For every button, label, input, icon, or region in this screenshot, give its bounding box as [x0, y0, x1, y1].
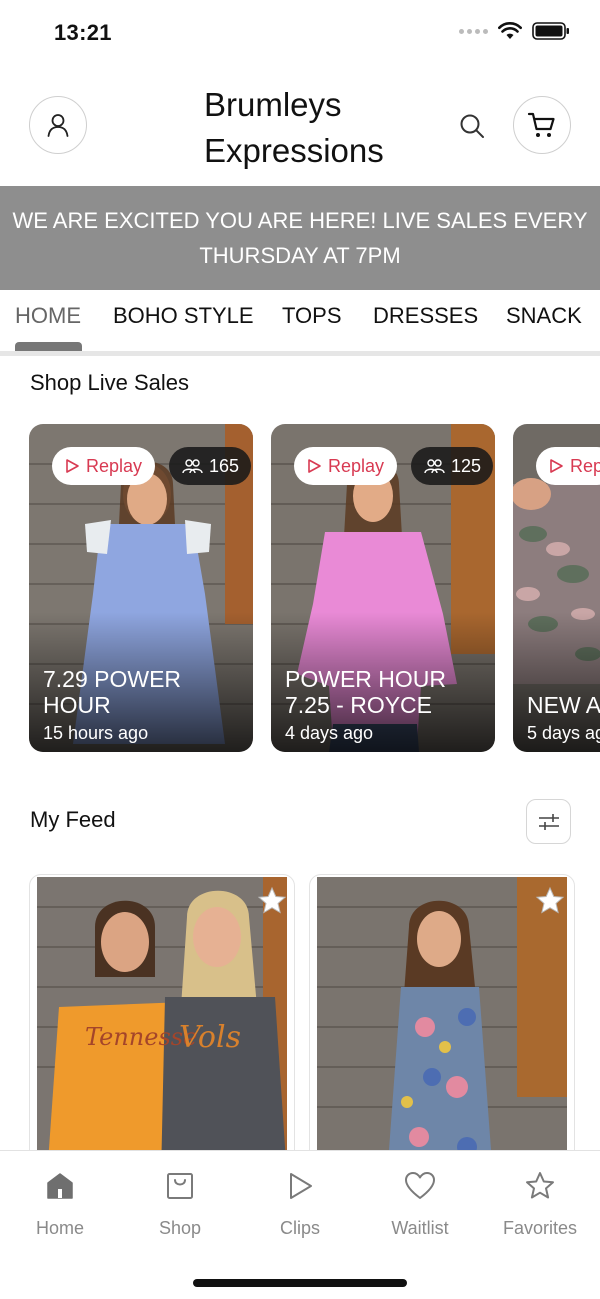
viewers-icon [424, 459, 445, 474]
active-tab-indicator [15, 342, 82, 351]
live-sale-title: POWER HOUR 7.25 - ROYCE [285, 666, 446, 718]
status-icons [459, 22, 570, 40]
star-icon [526, 1172, 554, 1199]
live-sale-card[interactable]: Replay 165 7.29 POWER HOUR 15 hours ago [29, 424, 253, 752]
profile-button[interactable] [29, 96, 87, 154]
nav-clips[interactable]: Clips [240, 1169, 360, 1239]
nav-home[interactable]: Home [0, 1169, 120, 1239]
sliders-icon [538, 813, 559, 830]
replay-label: Replay [86, 455, 143, 476]
section-title-my-feed: My Feed [30, 807, 116, 832]
nav-clips-label: Clips [279, 1218, 320, 1238]
nav-waitlist-label: Waitlist [391, 1218, 449, 1238]
shopping-bag-icon [167, 1173, 193, 1199]
announcement-banner: WE ARE EXCITED YOU ARE HERE! LIVE SALES … [0, 186, 600, 290]
heart-icon [405, 1172, 435, 1199]
nav-shop[interactable]: Shop [120, 1169, 240, 1239]
viewer-count: 125 [451, 455, 482, 476]
battery-icon [532, 22, 569, 40]
tab-home[interactable]: HOME [15, 303, 81, 329]
viewers-icon [182, 459, 203, 474]
person-icon [47, 114, 69, 137]
star-icon[interactable] [534, 885, 566, 917]
feed-item[interactable] [309, 874, 575, 1174]
replay-badge: Replay [294, 447, 398, 485]
status-bar: 13:21 [0, 0, 600, 66]
tab-tops[interactable]: TOPS [282, 303, 342, 329]
replay-badge: Rep [536, 447, 600, 485]
tab-boho-style[interactable]: BOHO STYLE [113, 303, 254, 329]
nav-home-label: Home [35, 1218, 84, 1238]
live-sale-title: NEW A 7.24 [527, 692, 600, 718]
nav-favorites-label: Favorites [502, 1218, 578, 1238]
live-sales-carousel[interactable]: Replay 165 7.29 POWER HOUR 15 hours ago [0, 424, 600, 754]
star-icon[interactable] [256, 885, 288, 917]
category-tabs: HOME BOHO STYLE TOPS DRESSES SNACK [0, 290, 600, 356]
replay-badge: Replay [52, 447, 156, 485]
status-time: 13:21 [54, 20, 112, 45]
feed-item-image [317, 877, 567, 1173]
play-outline-icon [550, 459, 563, 473]
viewer-count-badge: 125 [411, 447, 494, 485]
play-outline-icon [66, 459, 79, 473]
play-outline-icon [308, 459, 321, 473]
app-header: Brumleys Expressions [0, 66, 600, 186]
feed-item[interactable]: Tennesse Vols [29, 874, 295, 1174]
wifi-icon [498, 22, 522, 39]
cart-icon [527, 112, 555, 137]
feed-item-image: Tennesse Vols [37, 877, 287, 1173]
search-icon [460, 114, 484, 138]
store-title: Brumleys Expressions [204, 86, 384, 169]
home-icon [47, 1173, 73, 1199]
nav-favorites[interactable]: Favorites [480, 1169, 600, 1239]
signal-icon [459, 28, 488, 34]
nav-shop-label: Shop [158, 1218, 202, 1238]
nav-waitlist[interactable]: Waitlist [360, 1169, 480, 1239]
section-title-live-sales: Shop Live Sales [30, 370, 189, 395]
live-sale-time: 5 days ag [527, 723, 600, 743]
live-sale-card[interactable]: Rep NEW A 7.24 5 days ag [513, 424, 600, 752]
play-icon [290, 1173, 312, 1199]
live-sale-time: 15 hours ago [43, 723, 149, 743]
replay-label: Replay [328, 455, 385, 476]
live-sale-card[interactable]: Replay 125 POWER HOUR 7.25 - ROYCE 4 day… [271, 424, 495, 752]
tab-snack[interactable]: SNACK [506, 303, 582, 329]
home-indicator [193, 1279, 407, 1287]
live-sale-title: 7.29 POWER HOUR [43, 666, 182, 718]
tab-dresses[interactable]: DRESSES [373, 303, 478, 329]
cart-button[interactable] [513, 96, 571, 154]
svg-text:Vols: Vols [179, 1020, 241, 1055]
bottom-navigation: Home Shop Clips Waitlist Favorites [0, 1150, 600, 1299]
live-sale-time: 4 days ago [285, 723, 374, 743]
search-button[interactable] [452, 106, 492, 146]
viewer-count: 165 [209, 455, 240, 476]
feed-filter-button[interactable] [526, 799, 571, 844]
replay-label: Rep [570, 455, 600, 476]
viewer-count-badge: 165 [169, 447, 252, 485]
